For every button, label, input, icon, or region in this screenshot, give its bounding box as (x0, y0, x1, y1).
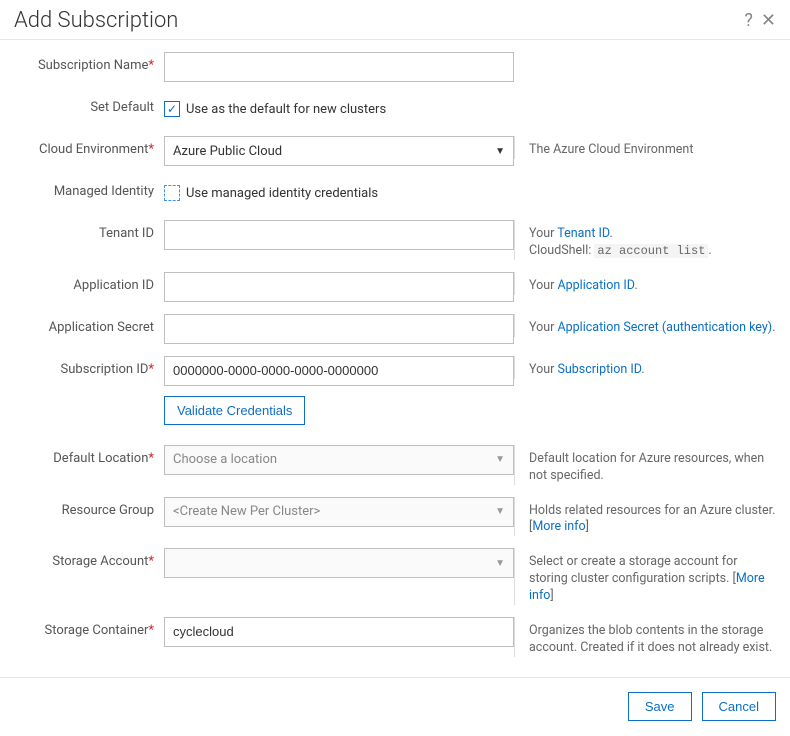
subscription-name-label: Subscription Name* (14, 52, 164, 73)
application-secret-help: Your Application Secret (authentication … (514, 314, 776, 337)
validate-credentials-button[interactable]: Validate Credentials (164, 396, 305, 425)
default-location-label: Default Location* (14, 445, 164, 466)
cloud-environment-select[interactable]: Azure Public Cloud ▼ (164, 136, 514, 166)
dialog-header: Add Subscription ? ✕ (0, 0, 790, 40)
add-subscription-dialog: Add Subscription ? ✕ Subscription Name* … (0, 0, 790, 735)
set-default-label: Set Default (14, 94, 164, 115)
save-button[interactable]: Save (628, 692, 692, 721)
application-secret-label: Application Secret (14, 314, 164, 335)
dialog-footer: Save Cancel (0, 677, 790, 735)
set-default-text: Use as the default for new clusters (186, 102, 386, 117)
set-default-checkbox[interactable]: ✓ (164, 101, 180, 117)
application-secret-input[interactable] (164, 314, 514, 344)
subscription-id-link[interactable]: Subscription ID (557, 362, 641, 377)
managed-identity-label: Managed Identity (14, 178, 164, 199)
subscription-id-help: Your Subscription ID. (514, 356, 776, 379)
storage-container-input[interactable] (164, 617, 514, 647)
application-secret-link[interactable]: Application Secret (authentication key) (557, 320, 772, 335)
application-id-label: Application ID (14, 272, 164, 293)
tenant-id-label: Tenant ID (14, 220, 164, 241)
cloud-environment-help: The Azure Cloud Environment (514, 136, 776, 159)
resource-group-label: Resource Group (14, 497, 164, 518)
subscription-name-input[interactable] (164, 52, 514, 82)
cloud-environment-label: Cloud Environment* (14, 136, 164, 157)
chevron-down-icon: ▼ (495, 558, 505, 569)
tenant-id-link[interactable]: Tenant ID (557, 226, 609, 241)
application-id-link[interactable]: Application ID (557, 278, 634, 293)
close-icon[interactable]: ✕ (761, 12, 776, 30)
default-location-help: Default location for Azure resources, wh… (514, 445, 776, 485)
storage-account-select[interactable]: ▼ (164, 548, 514, 578)
subscription-id-label: Subscription ID* (14, 356, 164, 377)
resource-group-help: Holds related resources for an Azure clu… (514, 497, 776, 537)
storage-account-help: Select or create a storage account for s… (514, 548, 776, 605)
storage-account-label: Storage Account* (14, 548, 164, 569)
chevron-down-icon: ▼ (495, 146, 505, 157)
subscription-id-input[interactable] (164, 356, 514, 386)
resource-group-select[interactable]: <Create New Per Cluster> ▼ (164, 497, 514, 527)
application-id-input[interactable] (164, 272, 514, 302)
managed-identity-checkbox[interactable]: ✓ (164, 185, 180, 201)
dialog-title: Add Subscription (14, 8, 178, 33)
storage-container-label: Storage Container* (14, 617, 164, 638)
storage-container-help: Organizes the blob contents in the stora… (514, 617, 776, 657)
managed-identity-text: Use managed identity credentials (186, 186, 378, 201)
cancel-button[interactable]: Cancel (702, 692, 776, 721)
help-icon[interactable]: ? (744, 12, 753, 30)
chevron-down-icon: ▼ (495, 454, 505, 465)
dialog-form: Subscription Name* Set Default ✓ Use as … (0, 40, 790, 677)
resource-group-more-info-link[interactable]: More info (532, 519, 585, 534)
default-location-select[interactable]: Choose a location ▼ (164, 445, 514, 475)
application-id-help: Your Application ID. (514, 272, 776, 295)
chevron-down-icon: ▼ (495, 506, 505, 517)
tenant-id-help: Your Tenant ID. CloudShell: az account l… (514, 220, 776, 260)
tenant-id-input[interactable] (164, 220, 514, 250)
